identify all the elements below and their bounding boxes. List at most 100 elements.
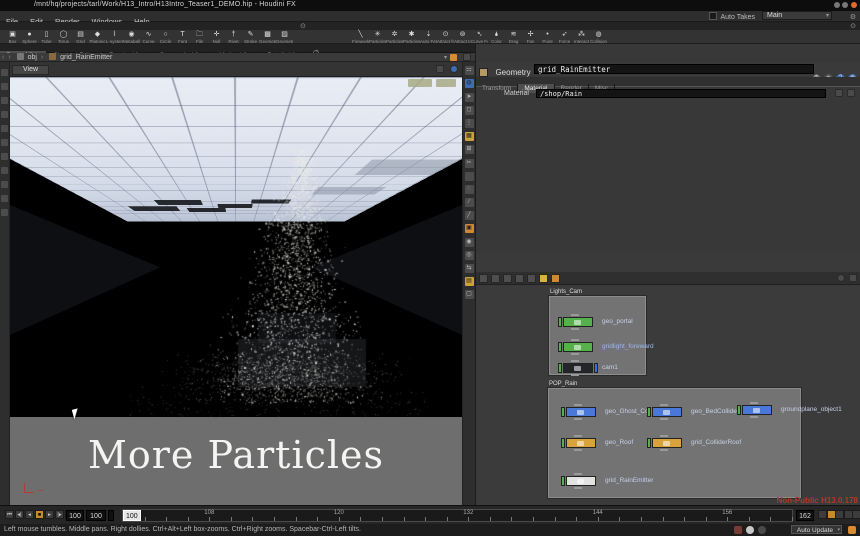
node-body-icon[interactable] <box>566 407 596 417</box>
view-options-icon[interactable] <box>436 65 444 73</box>
points-mode-icon[interactable]: ⋮ <box>465 119 474 128</box>
shelf-tool[interactable]: ✳Particles fr.. <box>369 31 386 44</box>
playback-options-icon[interactable] <box>852 510 860 519</box>
node-name-field[interactable]: grid_RainEmitter <box>534 64 814 74</box>
shelf-tool[interactable]: ➶Force <box>556 31 573 44</box>
multisnap-icon[interactable]: ✂ <box>465 159 474 168</box>
shelf-tool[interactable]: ∿Curve <box>140 31 157 44</box>
visibility-icon[interactable]: ◉ <box>465 238 474 247</box>
handles-tool-icon[interactable] <box>1 167 8 174</box>
shelf-tool[interactable]: ○Circle <box>157 31 174 44</box>
shelf-gear-icon[interactable]: ⊙ <box>300 22 306 30</box>
shelf-tool[interactable]: ◉Metaball <box>123 31 140 44</box>
shelf-tool[interactable]: ✛Null <box>208 31 225 44</box>
color-palette-icon[interactable] <box>539 274 548 283</box>
shelf-tool[interactable]: ⊚Attract to.. <box>454 31 471 44</box>
shelf-tool[interactable]: ▩Geometry <box>259 31 276 44</box>
interrupt-icon[interactable] <box>848 526 856 534</box>
flipbook-icon[interactable]: ▤ <box>465 277 474 286</box>
take-selector[interactable]: Main <box>762 11 832 20</box>
back-icon[interactable]: ‹ <box>2 54 4 61</box>
jump-start-button[interactable]: ⏮ <box>5 510 14 519</box>
open-chooser-icon[interactable] <box>847 89 855 97</box>
shelf-tool[interactable]: ◍Collision d.. <box>590 31 607 44</box>
breadcrumb-node[interactable]: grid_RainEmitter <box>60 54 112 61</box>
prev-frame-button[interactable]: ◂| <box>15 510 24 519</box>
shelf-tool[interactable]: ≋Drag <box>505 31 522 44</box>
shelf-tool[interactable]: ●Sphere <box>21 31 38 44</box>
shelf-tool[interactable]: TFont <box>174 31 191 44</box>
shelf-tool[interactable]: ▨Geometry <box>276 31 293 44</box>
dropdown-icon[interactable]: ▾ <box>444 54 447 61</box>
scene-viewport[interactable]: More Particles <box>10 77 462 505</box>
select-tool-icon[interactable] <box>1 69 8 76</box>
shelf-tool[interactable]: ⇣Auto Fetch <box>420 31 437 44</box>
shelf-tool[interactable]: ✱Particles fr.. <box>403 31 420 44</box>
node-body-icon[interactable] <box>566 476 596 486</box>
node-shape3-icon[interactable] <box>515 274 524 283</box>
node-body-icon[interactable] <box>652 407 682 417</box>
globe-icon[interactable]: ◍ <box>465 79 474 88</box>
translate-tool-icon[interactable] <box>1 83 8 90</box>
pose-tool-icon[interactable] <box>1 125 8 132</box>
highlight-mode-icon[interactable]: ▦ <box>465 132 474 141</box>
active-tool-icon[interactable]: ▣ <box>465 224 474 233</box>
list-mode-icon[interactable] <box>479 274 488 283</box>
forward-icon[interactable]: › <box>8 54 10 61</box>
scale-tool-icon[interactable] <box>1 111 8 118</box>
next-frame-button[interactable]: |▸ <box>55 510 64 519</box>
cook-status-icon[interactable] <box>758 526 766 534</box>
shelf-tool[interactable]: ✲Particles fr.. <box>386 31 403 44</box>
root-icon[interactable] <box>17 53 24 60</box>
spacer-icon[interactable] <box>527 274 536 283</box>
node-body-icon[interactable] <box>652 438 682 448</box>
shelf-tool[interactable]: •Point <box>539 31 556 44</box>
divider2-icon[interactable] <box>465 172 474 181</box>
objects-mode-icon[interactable]: ◻ <box>465 106 474 115</box>
update-mode-icon[interactable] <box>450 54 457 61</box>
isolate-icon[interactable]: ◎ <box>465 251 474 260</box>
help-strip-icon[interactable] <box>1 209 8 216</box>
node-shape2-icon[interactable] <box>503 274 512 283</box>
net-frame-icon[interactable] <box>849 274 857 282</box>
auto-takes-checkbox[interactable]: Auto Takes <box>709 12 755 21</box>
render-region-icon[interactable]: ▢ <box>465 290 474 299</box>
range-end-field[interactable]: 162 <box>796 510 814 521</box>
node-body-icon[interactable] <box>563 317 593 327</box>
node-body-icon[interactable] <box>566 438 596 448</box>
node-body-icon[interactable] <box>563 363 593 373</box>
snap-grid-icon[interactable]: ⊞ <box>465 145 474 154</box>
network-box[interactable]: POP_Raingeo_Ghost_Collidergeo_BedCollide… <box>548 388 801 498</box>
timeline-ruler[interactable]: 100 108120132144156 <box>122 509 793 522</box>
current-frame-field[interactable]: 100 <box>86 510 106 521</box>
node-flag-icon[interactable] <box>737 405 741 415</box>
node-flag-icon[interactable] <box>647 438 651 448</box>
brush-icon[interactable]: ∕ <box>465 198 474 207</box>
op-chooser-icon[interactable] <box>835 89 843 97</box>
breadcrumb-root[interactable]: obj <box>28 54 37 61</box>
shelf-tool[interactable]: ▤Grid <box>72 31 89 44</box>
range-lock-icon[interactable] <box>108 510 114 521</box>
select-mode-icon[interactable]: ➤ <box>465 93 474 102</box>
shelf-tool[interactable]: 🌢Color <box>488 31 505 44</box>
auto-update-selector[interactable]: Auto Update <box>791 525 842 534</box>
snap-tool-icon[interactable] <box>1 139 8 146</box>
shelf-tool[interactable]: ➴Curve Force <box>471 31 488 44</box>
node-shape-icon[interactable] <box>491 274 500 283</box>
shelf-tool[interactable]: ╲Firework.. <box>352 31 369 44</box>
node-flag-icon[interactable] <box>558 363 562 373</box>
minimize-button[interactable] <box>834 2 840 8</box>
shelf-tool[interactable]: ⌇L-system <box>106 31 123 44</box>
lasso-icon[interactable]: ◌ <box>465 185 474 194</box>
tab-view[interactable]: View <box>12 65 49 75</box>
maximize-button[interactable] <box>842 2 848 8</box>
range-start-field[interactable]: 100 <box>66 510 84 521</box>
net-search-icon[interactable] <box>837 274 845 282</box>
shelf-tool[interactable]: ◆Platonic <box>89 31 106 44</box>
stop-button[interactable]: ■ <box>35 510 44 519</box>
viewport-overlay-button[interactable] <box>408 79 432 87</box>
node-body-icon[interactable] <box>742 405 772 415</box>
shelf-tool[interactable]: ⁂Interact <box>573 31 590 44</box>
pen-icon[interactable]: ╱ <box>465 211 474 220</box>
shelf-tool[interactable]: ▣Box <box>4 31 21 44</box>
